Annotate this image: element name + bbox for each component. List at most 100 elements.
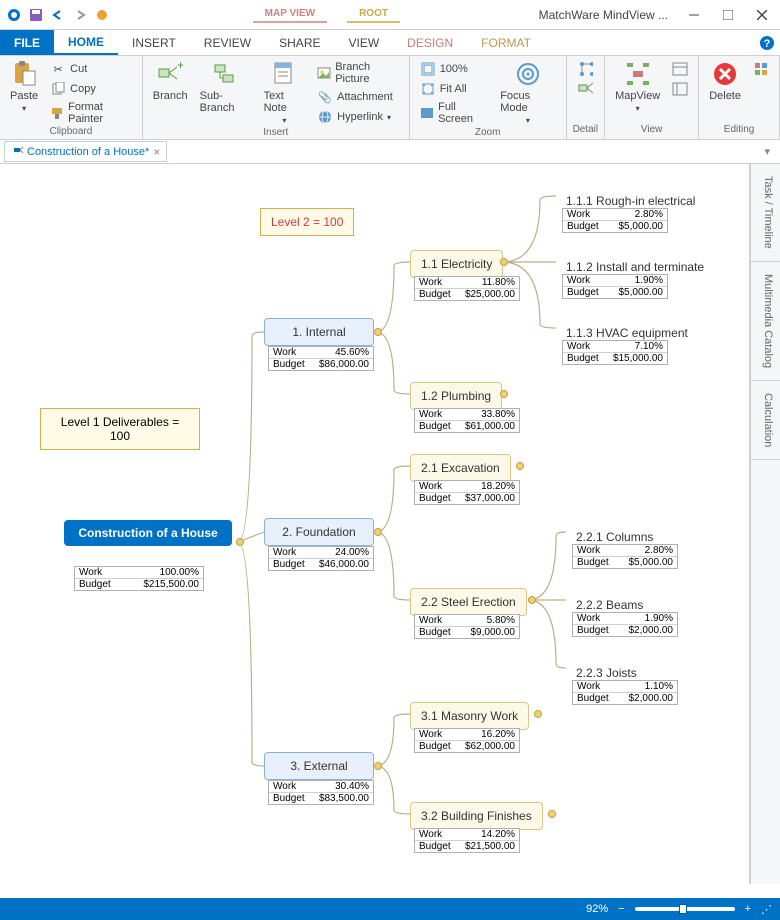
canvas-viewport[interactable]: Level 1 Deliverables = 100 Level 2 = 100… <box>0 164 750 884</box>
group-insert-label: Insert <box>149 127 403 140</box>
tab-file[interactable]: FILE <box>0 30 54 55</box>
tab-share[interactable]: SHARE <box>265 30 334 55</box>
value-work: 100.00% <box>160 567 199 578</box>
app-title: MatchWare MindView ... <box>539 8 676 22</box>
expand-dot[interactable] <box>548 810 556 818</box>
tab-review[interactable]: REVIEW <box>190 30 265 55</box>
attachment-label: Attachment <box>337 91 393 103</box>
zoom-in-button[interactable]: + <box>745 903 751 915</box>
expand-dot[interactable] <box>528 596 536 604</box>
node-root-info: Work100.00% Budget$215,500.00 <box>74 566 204 591</box>
tab-home[interactable]: HOME <box>54 30 118 55</box>
mapview-button[interactable]: MapView▾ <box>611 58 664 115</box>
callout-level1[interactable]: Level 1 Deliverables = 100 <box>40 408 200 450</box>
pin-icon[interactable]: ▾ <box>758 145 776 158</box>
expand-dot[interactable] <box>534 710 542 718</box>
help-button[interactable]: ? <box>754 30 780 55</box>
tab-format[interactable]: FORMAT <box>467 30 545 55</box>
tab-view[interactable]: VIEW <box>334 30 393 55</box>
full-screen-button[interactable]: Full Screen <box>416 100 493 126</box>
expand-dot[interactable] <box>374 528 382 536</box>
delete-button[interactable]: Delete <box>705 58 745 104</box>
copy-button[interactable]: Copy <box>46 80 136 98</box>
document-tab[interactable]: Construction of a House* × <box>4 141 167 162</box>
undo-icon[interactable] <box>50 7 66 23</box>
view-option2-button[interactable] <box>668 80 692 98</box>
node-3-2[interactable]: 3.2 Building Finishes <box>410 802 543 830</box>
node-3-1-info: Work16.20% Budget$62,000.00 <box>414 728 520 753</box>
value-budget: $215,500.00 <box>143 579 199 590</box>
close-button[interactable] <box>746 4 778 26</box>
mindmap-canvas[interactable]: Level 1 Deliverables = 100 Level 2 = 100… <box>0 164 740 884</box>
paste-icon <box>10 60 38 88</box>
side-panels: Task / Timeline Multimedia Catalog Calcu… <box>750 164 780 884</box>
node-3-1[interactable]: 3.1 Masonry Work <box>410 702 529 730</box>
edit-option-button[interactable] <box>749 60 773 78</box>
text-note-button[interactable]: Text Note▾ <box>260 58 310 127</box>
doc-icon <box>11 144 23 159</box>
expand-dot[interactable] <box>374 328 382 336</box>
cut-icon: ✂ <box>50 61 66 77</box>
expand-dot[interactable] <box>516 462 524 470</box>
document-tab-close[interactable]: × <box>153 145 160 159</box>
redo-icon[interactable] <box>72 7 88 23</box>
focus-mode-button[interactable]: Focus Mode▾ <box>496 58 559 127</box>
tab-design[interactable]: DESIGN <box>393 30 467 55</box>
expand-dot[interactable] <box>236 538 244 546</box>
format-painter-icon <box>50 105 64 121</box>
maximize-button[interactable] <box>712 4 744 26</box>
node-2[interactable]: 2. Foundation <box>264 518 374 546</box>
cut-button[interactable]: ✂Cut <box>46 60 136 78</box>
context-tab-mapview[interactable]: MAP VIEW <box>253 6 327 23</box>
attachment-icon: 📎 <box>317 89 333 105</box>
group-editing: Delete Editing <box>699 56 780 139</box>
save-icon[interactable] <box>28 7 44 23</box>
paste-button[interactable]: Paste▾ <box>6 58 42 115</box>
resize-grip-icon[interactable]: ⋰ <box>761 903 770 916</box>
format-painter-button[interactable]: Format Painter <box>46 100 136 126</box>
node-1-1-2-info: Work1.90% Budget$5,000.00 <box>562 274 668 299</box>
node-2-2[interactable]: 2.2 Steel Erection <box>410 588 527 616</box>
zoom-slider[interactable] <box>635 907 735 911</box>
branch-picture-button[interactable]: Branch Picture <box>313 60 403 86</box>
node-1-1[interactable]: 1.1 Electricity <box>410 250 503 278</box>
node-1-2[interactable]: 1.2 Plumbing <box>410 382 502 410</box>
hyperlink-label: Hyperlink <box>337 111 383 123</box>
app-logo-icon <box>6 7 22 23</box>
hyperlink-button[interactable]: Hyperlink▾ <box>313 108 403 126</box>
titlebar: MAP VIEW ROOT MatchWare MindView ... <box>0 0 780 30</box>
document-tab-label: Construction of a House* <box>27 146 149 158</box>
branch-button[interactable]: +Branch <box>149 58 192 104</box>
detail-icon <box>577 61 593 77</box>
zoom-out-button[interactable]: − <box>618 903 624 915</box>
touch-mode-icon[interactable] <box>94 7 110 23</box>
minimize-button[interactable] <box>678 4 710 26</box>
node-2-1[interactable]: 2.1 Excavation <box>410 454 511 482</box>
node-1-info: Work45.60% Budget$86,000.00 <box>268 346 374 371</box>
sub-branch-button[interactable]: Sub-Branch <box>196 58 256 116</box>
detail-level-button[interactable] <box>573 60 597 78</box>
view-option1-button[interactable] <box>668 60 692 78</box>
side-tab-calculation[interactable]: Calculation <box>751 381 780 460</box>
node-1[interactable]: 1. Internal <box>264 318 374 346</box>
expand-dot[interactable] <box>500 390 508 398</box>
zoom-100-button[interactable]: 100% <box>416 60 493 78</box>
expand-dot[interactable] <box>500 258 508 266</box>
svg-text:+: + <box>177 61 183 72</box>
group-view-label: View <box>611 124 692 137</box>
callout-level2[interactable]: Level 2 = 100 <box>260 208 354 236</box>
expand-dot[interactable] <box>374 762 382 770</box>
zoom-thumb[interactable] <box>679 904 687 914</box>
context-tab-root[interactable]: ROOT <box>347 6 400 23</box>
attachment-button[interactable]: 📎 Attachment <box>313 88 403 106</box>
tab-insert[interactable]: INSERT <box>118 30 190 55</box>
expand-button[interactable] <box>573 80 597 98</box>
sub-branch-label: Sub-Branch <box>200 90 252 114</box>
node-3[interactable]: 3. External <box>264 752 374 780</box>
node-root[interactable]: Construction of a House <box>64 520 232 546</box>
fit-all-button[interactable]: Fit All <box>416 80 493 98</box>
node-2-2-2-info: Work1.90% Budget$2,000.00 <box>572 612 678 637</box>
group-detail-label: Detail <box>573 124 599 137</box>
side-tab-task[interactable]: Task / Timeline <box>751 164 780 262</box>
side-tab-multimedia[interactable]: Multimedia Catalog <box>751 262 780 381</box>
